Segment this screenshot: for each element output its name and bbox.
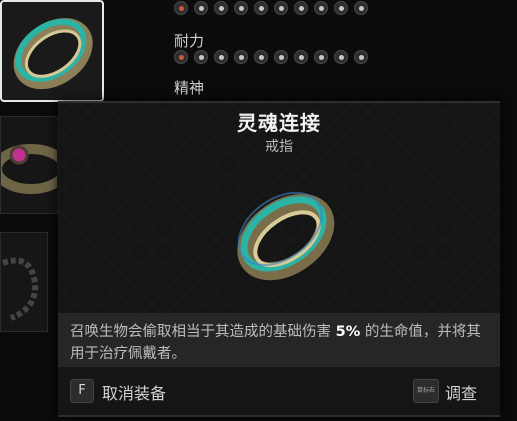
- item-name: 灵魂连接: [237, 111, 321, 135]
- stat-pip: [174, 1, 188, 15]
- stat-label-endurance: 耐力: [174, 32, 205, 50]
- stat-pip: [214, 1, 228, 15]
- stat-pip: [294, 1, 308, 15]
- item-description: 召唤生物会偷取相当于其造成的基础伤害 5% 的生命值，并将其用于治疗佩戴者。: [58, 313, 500, 367]
- stat-pip: [254, 50, 268, 64]
- right-mouse-key-icon[interactable]: 鼠标右: [413, 379, 439, 403]
- stat-pip: [234, 1, 248, 15]
- description-highlight-value: 5%: [335, 324, 361, 340]
- stat-pips-top: [174, 1, 368, 15]
- stat-pips-endurance: [174, 50, 368, 64]
- equipped-ring-slot[interactable]: [0, 0, 104, 102]
- stat-pip: [314, 1, 328, 15]
- description-text-before: 召唤生物会偷取相当于其造成的基础伤害: [70, 324, 336, 340]
- stat-pip: [314, 50, 328, 64]
- ring-icon: [13, 18, 93, 90]
- stat-pip: [194, 50, 208, 64]
- item-preview-ring-icon: [237, 191, 335, 281]
- stat-pip: [214, 50, 228, 64]
- unequip-button[interactable]: 取消装备: [102, 380, 166, 404]
- stat-pip: [274, 50, 288, 64]
- stat-pip: [234, 50, 248, 64]
- stat-pip: [254, 1, 268, 15]
- stat-pip: [354, 1, 368, 15]
- inventory-slot-chain[interactable]: [0, 232, 48, 332]
- gem-ring-icon: [1, 144, 57, 194]
- stat-pip: [194, 1, 208, 15]
- stat-pip: [274, 1, 288, 15]
- inspect-button[interactable]: 调查: [445, 380, 477, 404]
- item-tooltip: 灵魂连接 戒指 召唤生物会偷取相当于其造成的基础伤害 5% 的生命值，并将其用于…: [58, 101, 500, 417]
- tooltip-actions: F 取消装备 鼠标右 调查: [58, 367, 500, 413]
- stat-pip: [294, 50, 308, 64]
- inventory-slot-gem-ring[interactable]: [0, 116, 58, 214]
- stat-pip: [334, 1, 348, 15]
- stat-pip: [334, 50, 348, 64]
- stat-pip: [174, 50, 188, 64]
- stat-pip: [354, 50, 368, 64]
- chain-icon: [1, 257, 39, 321]
- stat-label-spirit: 精神: [174, 79, 205, 97]
- unequip-key-hint[interactable]: F: [70, 379, 94, 403]
- item-type: 戒指: [265, 139, 293, 155]
